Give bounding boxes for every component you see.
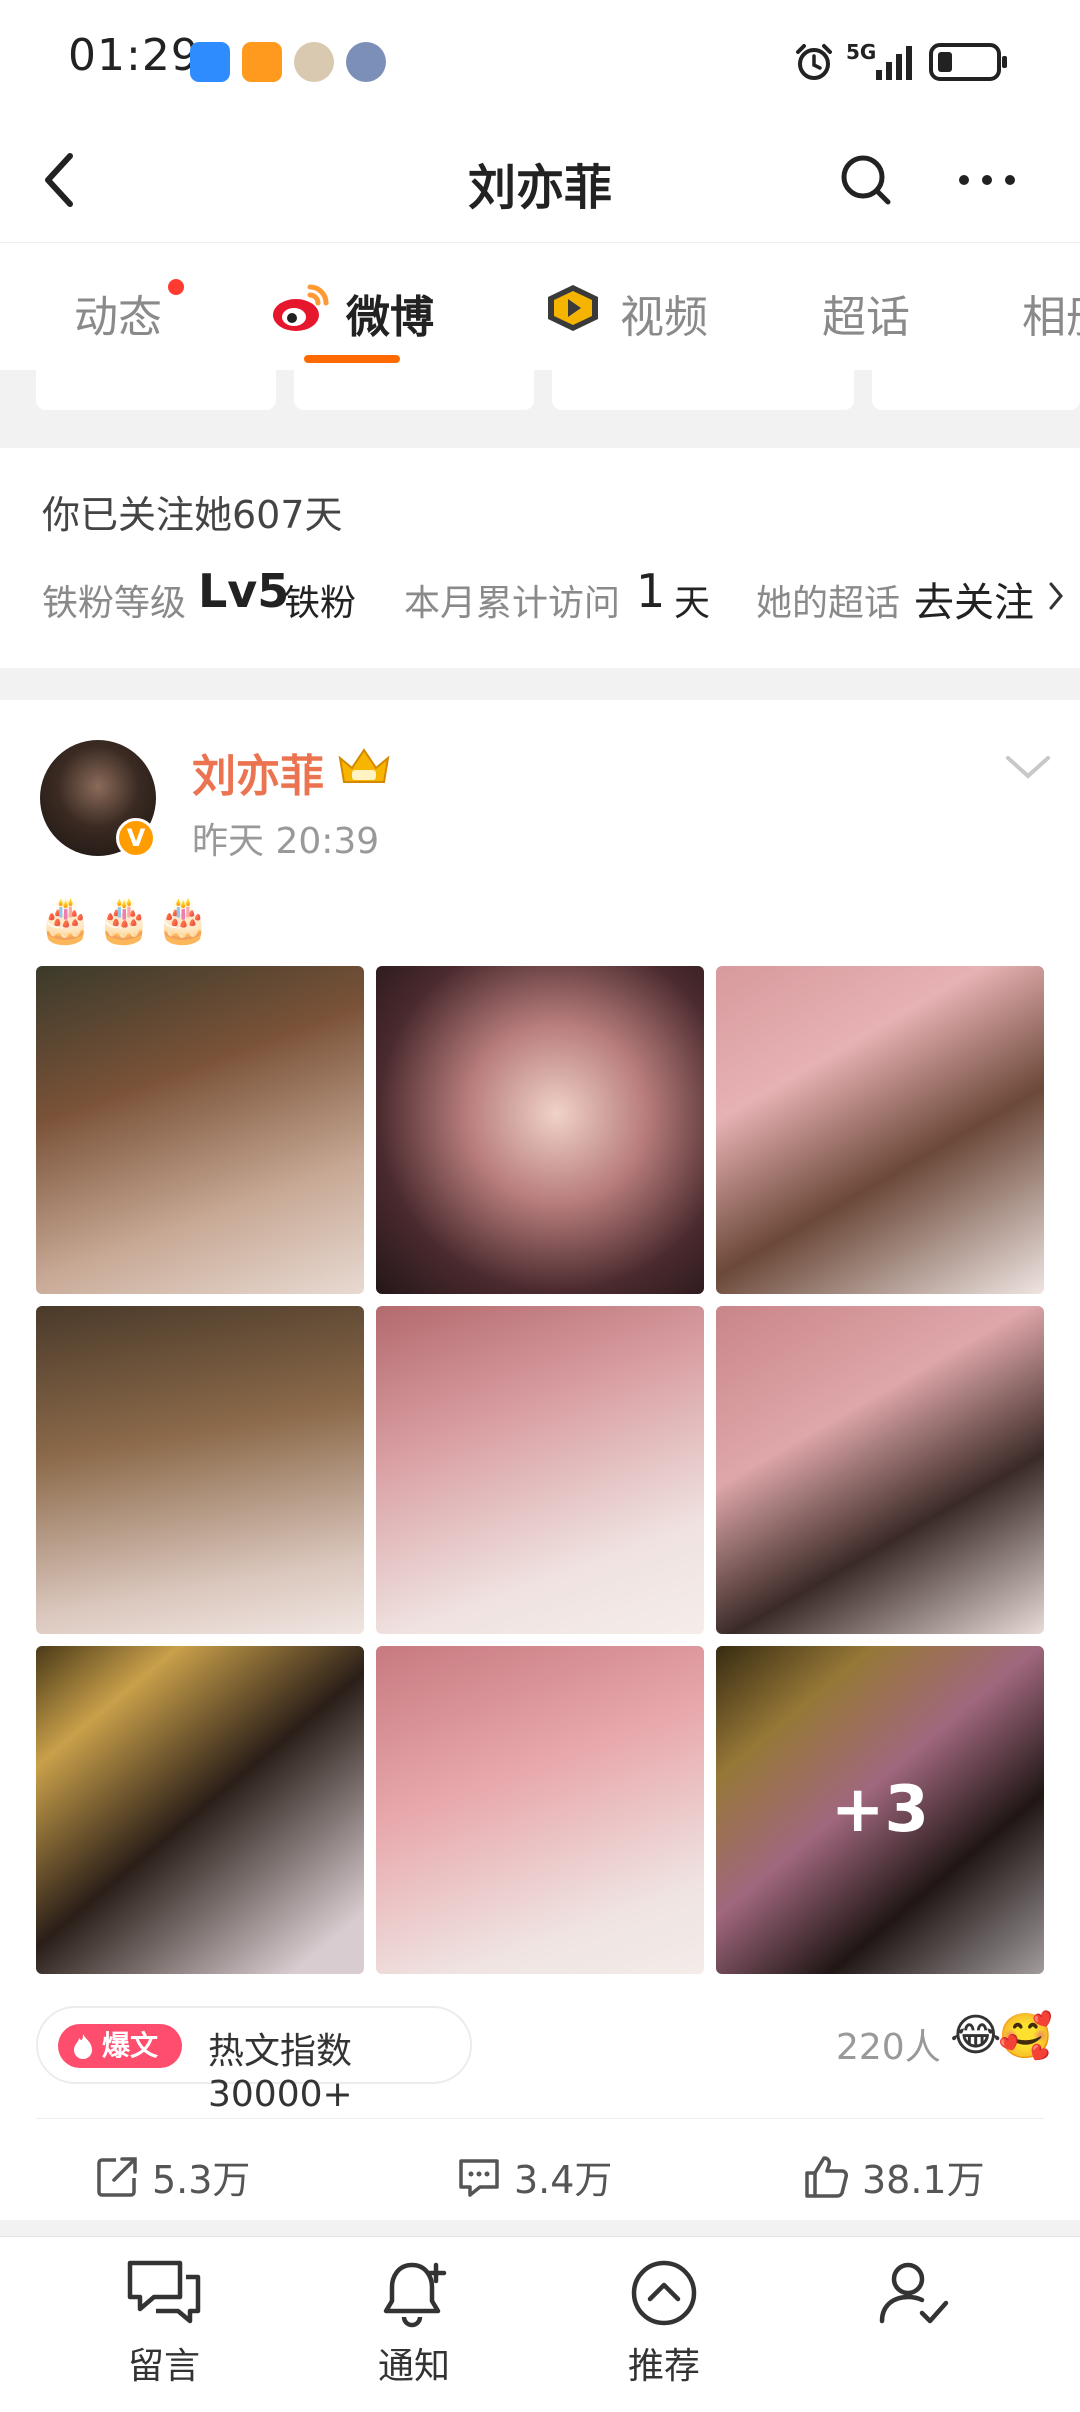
fan-level-suffix: 铁粉 — [284, 583, 357, 624]
info-card-partial — [36, 370, 276, 410]
app-notification-icon — [190, 42, 230, 82]
hot-index-text: 热文指数30000+ — [208, 2031, 353, 2115]
section-divider — [0, 668, 1080, 700]
hot-badge: 爆文 — [58, 2024, 182, 2068]
post-time: 昨天 20:39 — [192, 821, 380, 862]
tab-album[interactable]: 相册 — [1022, 281, 1080, 345]
profile-tabs: 动态 微博 视频 超话 相册 — [0, 242, 1080, 370]
post-action-bar: 5.3万 3.4万 38.1万 — [36, 2118, 1044, 2220]
recommend-icon — [631, 2260, 697, 2326]
avatar-notification-icon — [294, 42, 334, 82]
section-divider — [0, 2220, 1080, 2236]
post-photo[interactable] — [36, 966, 364, 1294]
post-photo[interactable] — [376, 1306, 704, 1634]
share-button[interactable]: 5.3万 — [94, 2149, 250, 2204]
fan-level-value: Lv5 — [198, 564, 290, 618]
tab-active-indicator — [304, 355, 400, 363]
tab-weibo[interactable]: 微博 — [346, 281, 434, 345]
fire-icon — [74, 2034, 92, 2059]
message-tab-label: 留言 — [127, 2346, 200, 2387]
supertopic-follow-link[interactable]: 去关注 — [914, 570, 1034, 628]
comment-count: 3.4万 — [514, 2158, 613, 2202]
game-notification-icon — [242, 42, 282, 82]
user-check-icon — [879, 2262, 949, 2324]
profile-relation-tab[interactable] — [834, 2257, 994, 2337]
like-count: 38.1万 — [862, 2158, 985, 2202]
status-bar: 01:29 5G — [0, 0, 1080, 120]
bottom-action-bar: 留言 通知 推荐 — [0, 2236, 1080, 2412]
post-photo[interactable] — [376, 1646, 704, 1974]
message-icon — [127, 2260, 201, 2324]
info-card-partial — [872, 370, 1080, 410]
crown-badge-icon — [338, 748, 390, 783]
comment-icon — [459, 2158, 499, 2197]
share-icon — [97, 2156, 137, 2197]
love-emoji-icon: 🥰 — [998, 2011, 1053, 2062]
search-icon[interactable] — [836, 150, 896, 210]
notification-tab[interactable]: 通知 — [334, 2257, 494, 2389]
fan-stats-row: 铁粉等级 Lv5 铁粉 本月累计访问 1 天 她的超话 去关注 — [42, 564, 1064, 626]
laugh-emoji-icon: 😂 — [950, 2010, 1002, 2061]
bell-plus-icon — [383, 2262, 447, 2328]
post-photo[interactable] — [36, 1306, 364, 1634]
post-photo-more[interactable]: +3 — [716, 1646, 1044, 1974]
notification-tab-label: 通知 — [377, 2346, 450, 2387]
more-photos-count: +3 — [716, 1646, 1044, 1974]
visit-unit: 天 — [674, 583, 711, 624]
page-title: 刘亦菲 — [467, 160, 612, 216]
hot-index-pill[interactable]: 爆文 热文指数30000+ — [36, 2006, 472, 2115]
post-photo[interactable] — [716, 1306, 1044, 1634]
alarm-icon — [796, 44, 832, 80]
message-tab[interactable]: 留言 — [84, 2257, 244, 2389]
signal-icon — [876, 46, 912, 80]
verified-badge-icon: V — [116, 818, 156, 858]
battery-icon — [929, 43, 1007, 81]
post-text: 🎂🎂🎂 — [38, 895, 215, 946]
post-photo[interactable] — [36, 1646, 364, 1974]
tab-dynamic[interactable]: 动态 — [74, 281, 162, 345]
weibo-logo-icon — [273, 284, 329, 331]
like-button[interactable]: 38.1万 — [802, 2149, 985, 2204]
status-time: 01:29 — [68, 30, 200, 81]
recommend-tab-label: 推荐 — [627, 2346, 700, 2387]
post-photo[interactable] — [376, 966, 704, 1294]
more-icon[interactable] — [956, 162, 1018, 198]
fan-level-label: 铁粉等级 — [42, 583, 187, 624]
nav-bar: 刘亦菲 — [0, 120, 1080, 240]
info-card-partial — [294, 370, 534, 410]
chevron-right-icon[interactable] — [1048, 580, 1064, 612]
recommend-tab[interactable]: 推荐 — [584, 2257, 744, 2389]
post-photo[interactable] — [716, 966, 1044, 1294]
post-author-name[interactable]: 刘亦菲 — [192, 740, 324, 804]
avatar-notification-icon — [346, 42, 386, 82]
comment-button[interactable]: 3.4万 — [456, 2149, 612, 2204]
tab-video[interactable]: 视频 — [620, 281, 708, 345]
video-tab-icon — [548, 285, 598, 331]
fan-info-section: 你已关注她607天 铁粉等级 Lv5 铁粉 本月累计访问 1 天 她的超话 去关… — [0, 448, 1080, 668]
tab-supertopic[interactable]: 超话 — [822, 281, 910, 345]
follow-days-text: 你已关注她607天 — [42, 493, 343, 537]
info-card-partial — [552, 370, 854, 410]
reactor-count[interactable]: 220人 — [836, 2018, 941, 2070]
chevron-down-icon[interactable] — [1004, 752, 1052, 782]
visit-label: 本月累计访问 — [404, 583, 621, 624]
hot-badge-label: 爆文 — [102, 2029, 159, 2062]
weibo-post-card: V 刘亦菲 昨天 20:39 🎂🎂🎂 +3 爆文 热文指数30000+ 220人… — [0, 700, 1080, 2220]
supertopic-label: 她的超话 — [756, 583, 901, 624]
visit-count: 1 — [636, 564, 666, 618]
tab-badge-dot — [168, 279, 184, 295]
share-count: 5.3万 — [152, 2158, 251, 2202]
thumbs-up-icon — [805, 2155, 848, 2198]
